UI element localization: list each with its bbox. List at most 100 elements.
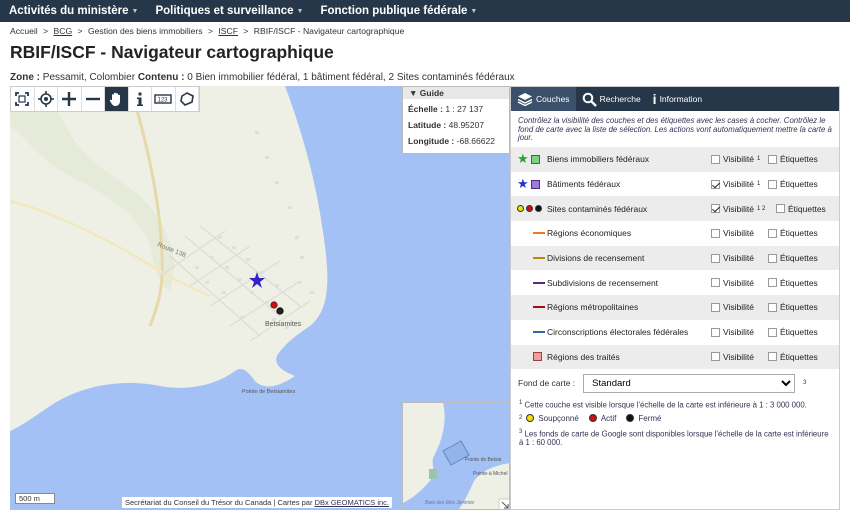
labels-checkbox[interactable] (768, 253, 777, 263)
footnote-2-legend: 2 Soupçonné Actif Fermé (511, 414, 839, 423)
visibility-checkbox[interactable] (711, 228, 720, 238)
square-symbol (530, 154, 540, 164)
latitude-value: 48.95207 (448, 120, 485, 130)
layer-symbol (511, 281, 547, 284)
visibility-checkbox[interactable] (711, 179, 720, 189)
caret-down-icon: ▼ (470, 7, 478, 15)
visibility-label: Visibilité (723, 154, 755, 165)
map-toolbar: 123 (10, 86, 200, 112)
breadcrumb-separator: > (243, 26, 249, 36)
labels-checkbox[interactable] (768, 179, 777, 189)
layer-row-circonscriptions: Circonscriptions électorales fédérales V… (511, 320, 839, 345)
basemap-selector-row: Fond de carte : Standard 3 (511, 369, 839, 397)
labels-checkbox[interactable] (768, 278, 777, 288)
visibility-checkbox[interactable] (711, 204, 720, 214)
panel-tabs: Couches Recherche i Information (511, 87, 839, 111)
town-label: Betsiamites (265, 321, 302, 328)
layer-row-subdivisions: Subdivisions de recensement Visibilité É… (511, 270, 839, 295)
labels-checkbox[interactable] (768, 327, 777, 337)
active-label: Actif (600, 413, 617, 423)
ruler-icon: 123 (154, 94, 172, 104)
visibility-checkbox[interactable] (711, 278, 720, 288)
line-symbol (533, 257, 545, 260)
footnote-ref: 3 (803, 380, 807, 387)
visibility-checkbox[interactable] (711, 302, 720, 312)
labels-label: Étiquettes (780, 179, 818, 190)
overview-map[interactable]: Pointe de Betsia Pointe-à Michel Baie de… (402, 402, 510, 510)
tab-information[interactable]: i Information (647, 87, 708, 111)
nav-activites-label: Activités du ministère (9, 5, 129, 17)
footnote-ref: 1 (757, 181, 761, 188)
labels-checkbox[interactable] (768, 228, 777, 238)
page-title: RBIF/ISCF - Navigateur cartographique (10, 42, 334, 62)
contaminated-site-closed-marker[interactable] (276, 307, 284, 315)
contenu-value: 0 Bien immobilier fédéral, 1 bâtiment fé… (187, 72, 515, 83)
echelle-label: Échelle : (408, 104, 443, 114)
zoom-in-button[interactable] (58, 87, 82, 111)
tab-recherche[interactable]: Recherche (576, 87, 647, 111)
layer-list: ★ Biens immobiliers fédéraux Visibilité 1… (511, 147, 839, 370)
pan-button[interactable] (105, 87, 129, 111)
zone-label: Zone : (10, 72, 40, 83)
visibility-label: Visibilité (723, 351, 755, 362)
labels-checkbox[interactable] (768, 352, 777, 362)
nav-activites[interactable]: Activités du ministère ▼ (0, 5, 146, 17)
nav-fonction-publique[interactable]: Fonction publique fédérale ▼ (311, 5, 485, 17)
credit-link[interactable]: DBx GEOMATICS inc. (315, 498, 389, 507)
square-symbol (530, 179, 540, 189)
tab-recherche-label: Recherche (599, 94, 641, 104)
line-symbol (533, 306, 545, 309)
info-icon (136, 92, 143, 106)
breadcrumb-home[interactable]: Accueil (10, 26, 38, 36)
basemap-select[interactable]: Standard (583, 373, 796, 393)
visibility-label: Visibilité (723, 203, 755, 214)
visibility-checkbox[interactable] (711, 352, 720, 362)
labels-checkbox[interactable] (768, 302, 777, 312)
echelle-value: 1 : 27 137 (445, 104, 484, 114)
zoom-out-button[interactable] (81, 87, 105, 111)
visibility-label: Visibilité (723, 327, 755, 338)
zoom-extent-button[interactable] (11, 87, 35, 111)
locate-button[interactable] (34, 87, 58, 111)
overview-map-graphic: Pointe de Betsia Pointe-à Michel Baie de… (403, 403, 509, 509)
tab-couches-label: Couches (536, 94, 570, 104)
credit-text: Secrétariat du Conseil du Trésor du Cana… (125, 498, 313, 507)
polygon-select-button[interactable] (175, 87, 199, 111)
identify-button[interactable] (128, 87, 152, 111)
visibility-checkbox[interactable] (711, 154, 720, 164)
svg-text:123: 123 (158, 98, 169, 104)
breadcrumb-gestion[interactable]: Gestion des biens immobiliers (88, 26, 203, 36)
contaminated-site-active-marker[interactable] (270, 301, 278, 309)
visibility-checkbox[interactable] (711, 253, 720, 263)
yellow-dot (517, 205, 524, 213)
basemap-label: Fond de carte : (518, 378, 576, 389)
hand-icon (110, 92, 121, 106)
breadcrumb-separator: > (43, 26, 49, 36)
breadcrumb-bcg-link[interactable]: BCG (54, 26, 73, 36)
square-symbol (533, 352, 542, 362)
breadcrumb-current: RBIF/ISCF - Navigateur cartographique (253, 26, 405, 36)
fullscreen-icon (15, 92, 30, 106)
layer-symbol: ★ (511, 151, 547, 167)
measure-button[interactable]: 123 (152, 87, 176, 111)
breadcrumb-iscf-link[interactable]: ISCF (218, 26, 238, 36)
red-dot (526, 205, 533, 213)
footnote-1-text: Cette couche est visible lorsque l'échel… (524, 400, 807, 410)
scale-bar: 500 m (15, 493, 55, 504)
guide-header-label: Guide (419, 88, 444, 98)
nav-politiques[interactable]: Politiques et surveillance ▼ (146, 5, 311, 17)
footnote-3: 3 Les fonds de carte de Google sont disp… (511, 428, 839, 448)
labels-checkbox[interactable] (776, 204, 785, 214)
guide-header[interactable]: ▼ Guide (403, 87, 509, 99)
visibility-label: Visibilité (723, 277, 755, 288)
polygon-icon (179, 92, 194, 106)
labels-checkbox[interactable] (768, 154, 777, 164)
visibility-checkbox[interactable] (711, 327, 720, 337)
visibility-label: Visibilité (723, 253, 755, 264)
footnote-3-text: Les fonds de carte de Google sont dispon… (519, 429, 829, 448)
labels-label: Étiquettes (780, 228, 818, 239)
tab-couches[interactable]: Couches (511, 87, 576, 111)
layer-symbol (511, 306, 547, 309)
breadcrumb-separator: > (207, 26, 214, 36)
map-viewport[interactable]: Route 138 Betsiamites Pointe de Betsiami… (10, 86, 510, 510)
